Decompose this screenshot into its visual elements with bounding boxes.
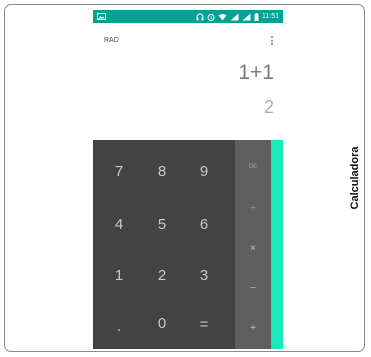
- decimal-point-button[interactable]: .: [99, 306, 139, 346]
- battery-icon: [254, 12, 259, 21]
- digit-1-button[interactable]: 1: [99, 255, 139, 295]
- result-display: 2: [263, 97, 274, 117]
- digit-3-button[interactable]: 3: [184, 255, 224, 295]
- multiply-button[interactable]: ×: [235, 233, 271, 263]
- wifi-icon: [218, 13, 227, 21]
- headphones-icon: [196, 13, 204, 21]
- status-time: 11:51: [262, 13, 279, 20]
- app-caption: Calculadora: [349, 146, 361, 210]
- digit-2-button[interactable]: 2: [142, 255, 182, 295]
- digit-9-button[interactable]: 9: [184, 151, 224, 191]
- delete-button[interactable]: DE: [235, 152, 271, 182]
- subtract-button[interactable]: −: [235, 273, 271, 303]
- digit-4-button[interactable]: 4: [99, 204, 139, 244]
- digit-6-button[interactable]: 6: [184, 204, 224, 244]
- digit-7-button[interactable]: 7: [99, 151, 139, 191]
- operator-panel: DE ÷ × − +: [235, 140, 271, 349]
- signal-icon: [242, 13, 251, 21]
- overflow-menu-icon[interactable]: [269, 35, 275, 47]
- phone-screen: 11:51 RAD 1+1 2 7 8 9 4 5 6 1 2 3 . 0 = …: [93, 10, 283, 349]
- digit-5-button[interactable]: 5: [142, 204, 182, 244]
- add-button[interactable]: +: [235, 313, 271, 343]
- formula-display: 1+1: [238, 61, 274, 84]
- angle-mode-label[interactable]: RAD: [104, 37, 119, 44]
- status-bar: 11:51: [93, 10, 283, 23]
- equals-button[interactable]: =: [184, 304, 224, 344]
- signal-icon: [230, 13, 239, 21]
- numeric-keypad: 7 8 9 4 5 6 1 2 3 . 0 =: [93, 140, 235, 349]
- alarm-icon: [207, 13, 215, 21]
- advanced-panel-handle[interactable]: [271, 140, 283, 349]
- digit-0-button[interactable]: 0: [142, 303, 182, 343]
- image-icon: [97, 13, 106, 20]
- digit-8-button[interactable]: 8: [142, 151, 182, 191]
- divide-button[interactable]: ÷: [235, 193, 271, 223]
